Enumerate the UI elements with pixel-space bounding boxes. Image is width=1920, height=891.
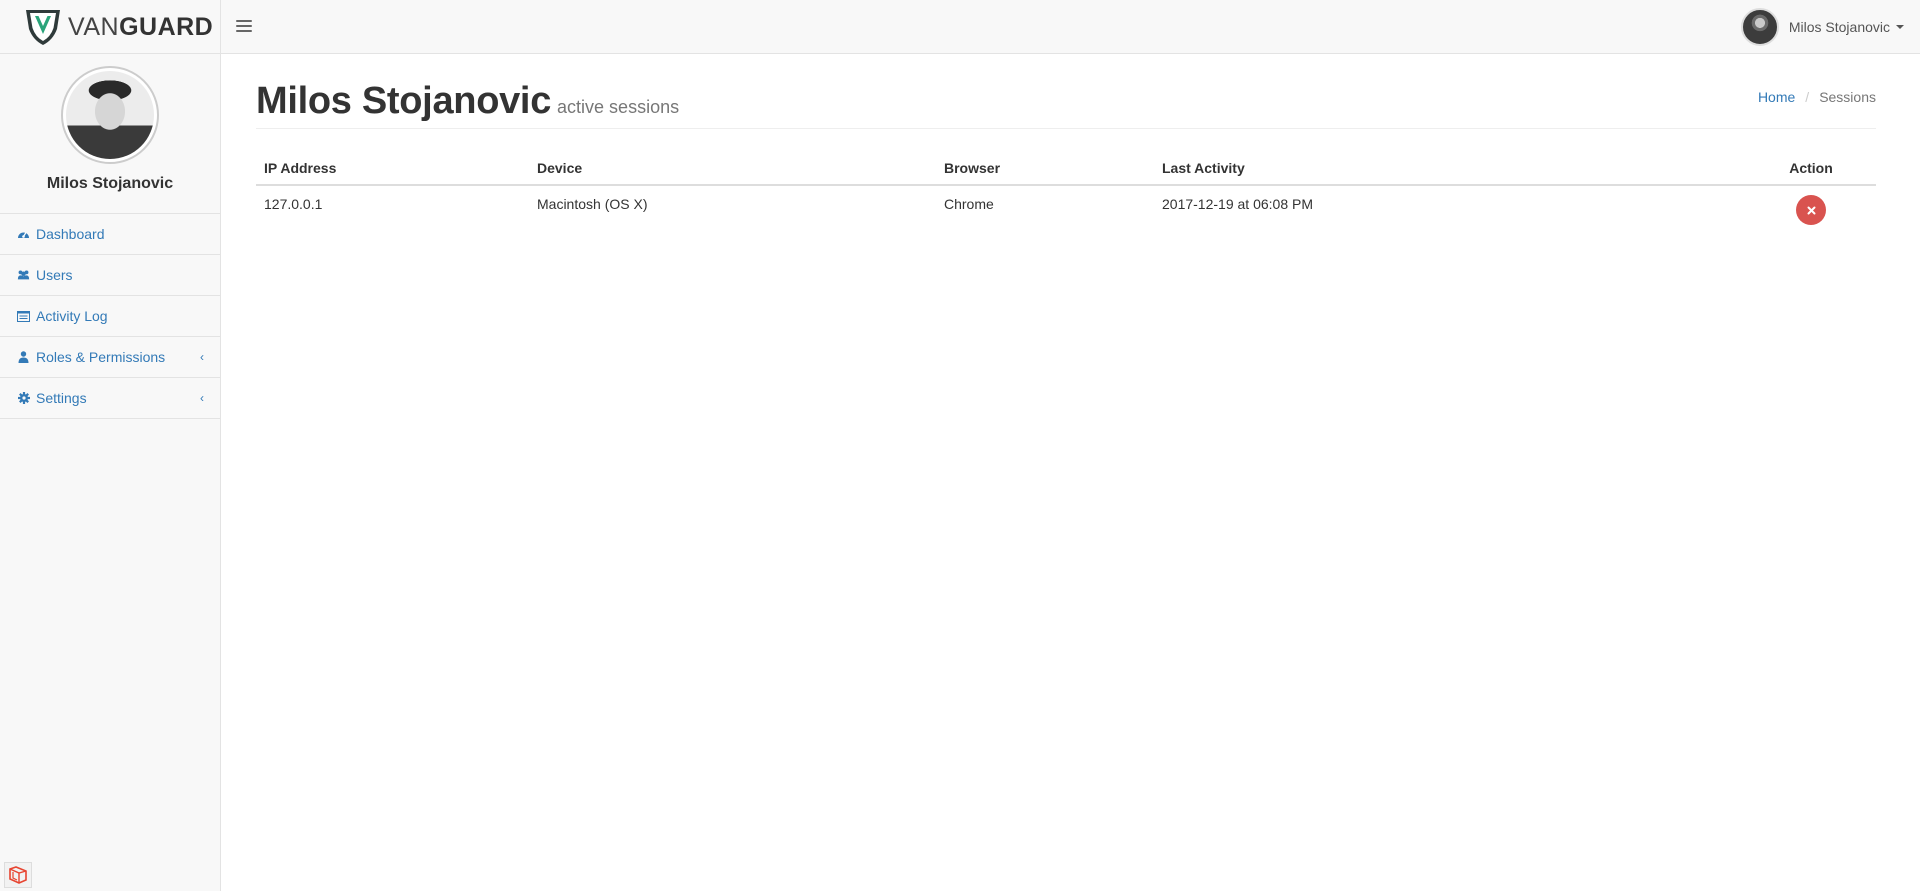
sidebar: Milos Stojanovic Dashboard Users Activit…	[0, 54, 221, 891]
column-header-browser: Browser	[936, 152, 1154, 186]
sidebar-item-label: Settings	[36, 390, 87, 406]
user-dropdown[interactable]: Milos Stojanovic	[1740, 6, 1904, 48]
user-name: Milos Stojanovic	[1788, 19, 1890, 35]
menu-toggle-icon[interactable]	[236, 20, 252, 34]
breadcrumb-home-link[interactable]: Home	[1758, 89, 1795, 105]
sidebar-item-dashboard[interactable]: Dashboard	[0, 214, 220, 255]
sidebar-item-settings[interactable]: Settings ‹	[0, 378, 220, 419]
column-header-ip: IP Address	[256, 152, 529, 186]
top-navbar: VANGUARD Milos Stojanovic	[0, 0, 1920, 54]
chevron-left-icon: ‹	[200, 391, 204, 405]
sidebar-profile: Milos Stojanovic	[0, 54, 220, 214]
column-header-action: Action	[1746, 152, 1876, 186]
cell-ip: 127.0.0.1	[264, 196, 323, 212]
page-subtitle: active sessions	[557, 97, 680, 117]
cell-device: Macintosh (OS X)	[537, 196, 648, 212]
table-row: 127.0.0.1 Macintosh (OS X) Chrome 2017-1…	[256, 185, 1876, 225]
brand-name: VANGUARD	[68, 12, 214, 41]
profile-name: Milos Stojanovic	[46, 175, 174, 192]
sidebar-item-users[interactable]: Users	[0, 255, 220, 296]
cell-browser: Chrome	[944, 196, 994, 212]
close-icon	[1807, 206, 1815, 214]
page-title: Milos Stojanovic active sessions	[256, 80, 680, 122]
cell-action	[1746, 185, 1876, 225]
breadcrumb-current: Sessions	[1819, 89, 1876, 105]
profile-avatar	[61, 66, 159, 164]
sidebar-item-label: Dashboard	[36, 226, 105, 242]
column-header-device: Device	[529, 152, 936, 186]
chevron-left-icon: ‹	[200, 350, 204, 364]
table-header-row: IP Address Device Browser Last Activity …	[256, 152, 1876, 186]
sidebar-item-label: Activity Log	[36, 308, 108, 324]
breadcrumb-separator: /	[1805, 89, 1810, 105]
sidebar-item-label: Users	[36, 267, 73, 283]
activity-log-icon	[17, 310, 30, 323]
vanguard-shield-icon	[26, 10, 60, 45]
sessions-table: IP Address Device Browser Last Activity …	[256, 152, 1876, 225]
sidebar-item-activity-log[interactable]: Activity Log	[0, 296, 220, 337]
cell-last-activity: 2017-12-19 at 06:08 PM	[1162, 196, 1313, 212]
invalidate-session-button[interactable]	[1796, 195, 1826, 225]
laravel-logo-icon[interactable]	[4, 862, 32, 888]
sidebar-item-roles-permissions[interactable]: Roles & Permissions ‹	[0, 337, 220, 378]
user-icon	[17, 351, 30, 364]
gear-icon	[17, 392, 30, 405]
main-content: Milos Stojanovic active sessions Home / S…	[256, 54, 1876, 225]
sidebar-item-label: Roles & Permissions	[36, 349, 166, 365]
column-header-last-activity: Last Activity	[1154, 152, 1746, 186]
avatar	[1740, 8, 1779, 46]
page-header: Milos Stojanovic active sessions Home / S…	[256, 54, 1876, 129]
breadcrumb: Home / Sessions	[1758, 89, 1876, 105]
brand-logo[interactable]: VANGUARD	[0, 0, 221, 54]
dashboard-icon	[17, 228, 30, 241]
caret-down-icon	[1896, 25, 1904, 29]
users-icon	[17, 269, 30, 282]
